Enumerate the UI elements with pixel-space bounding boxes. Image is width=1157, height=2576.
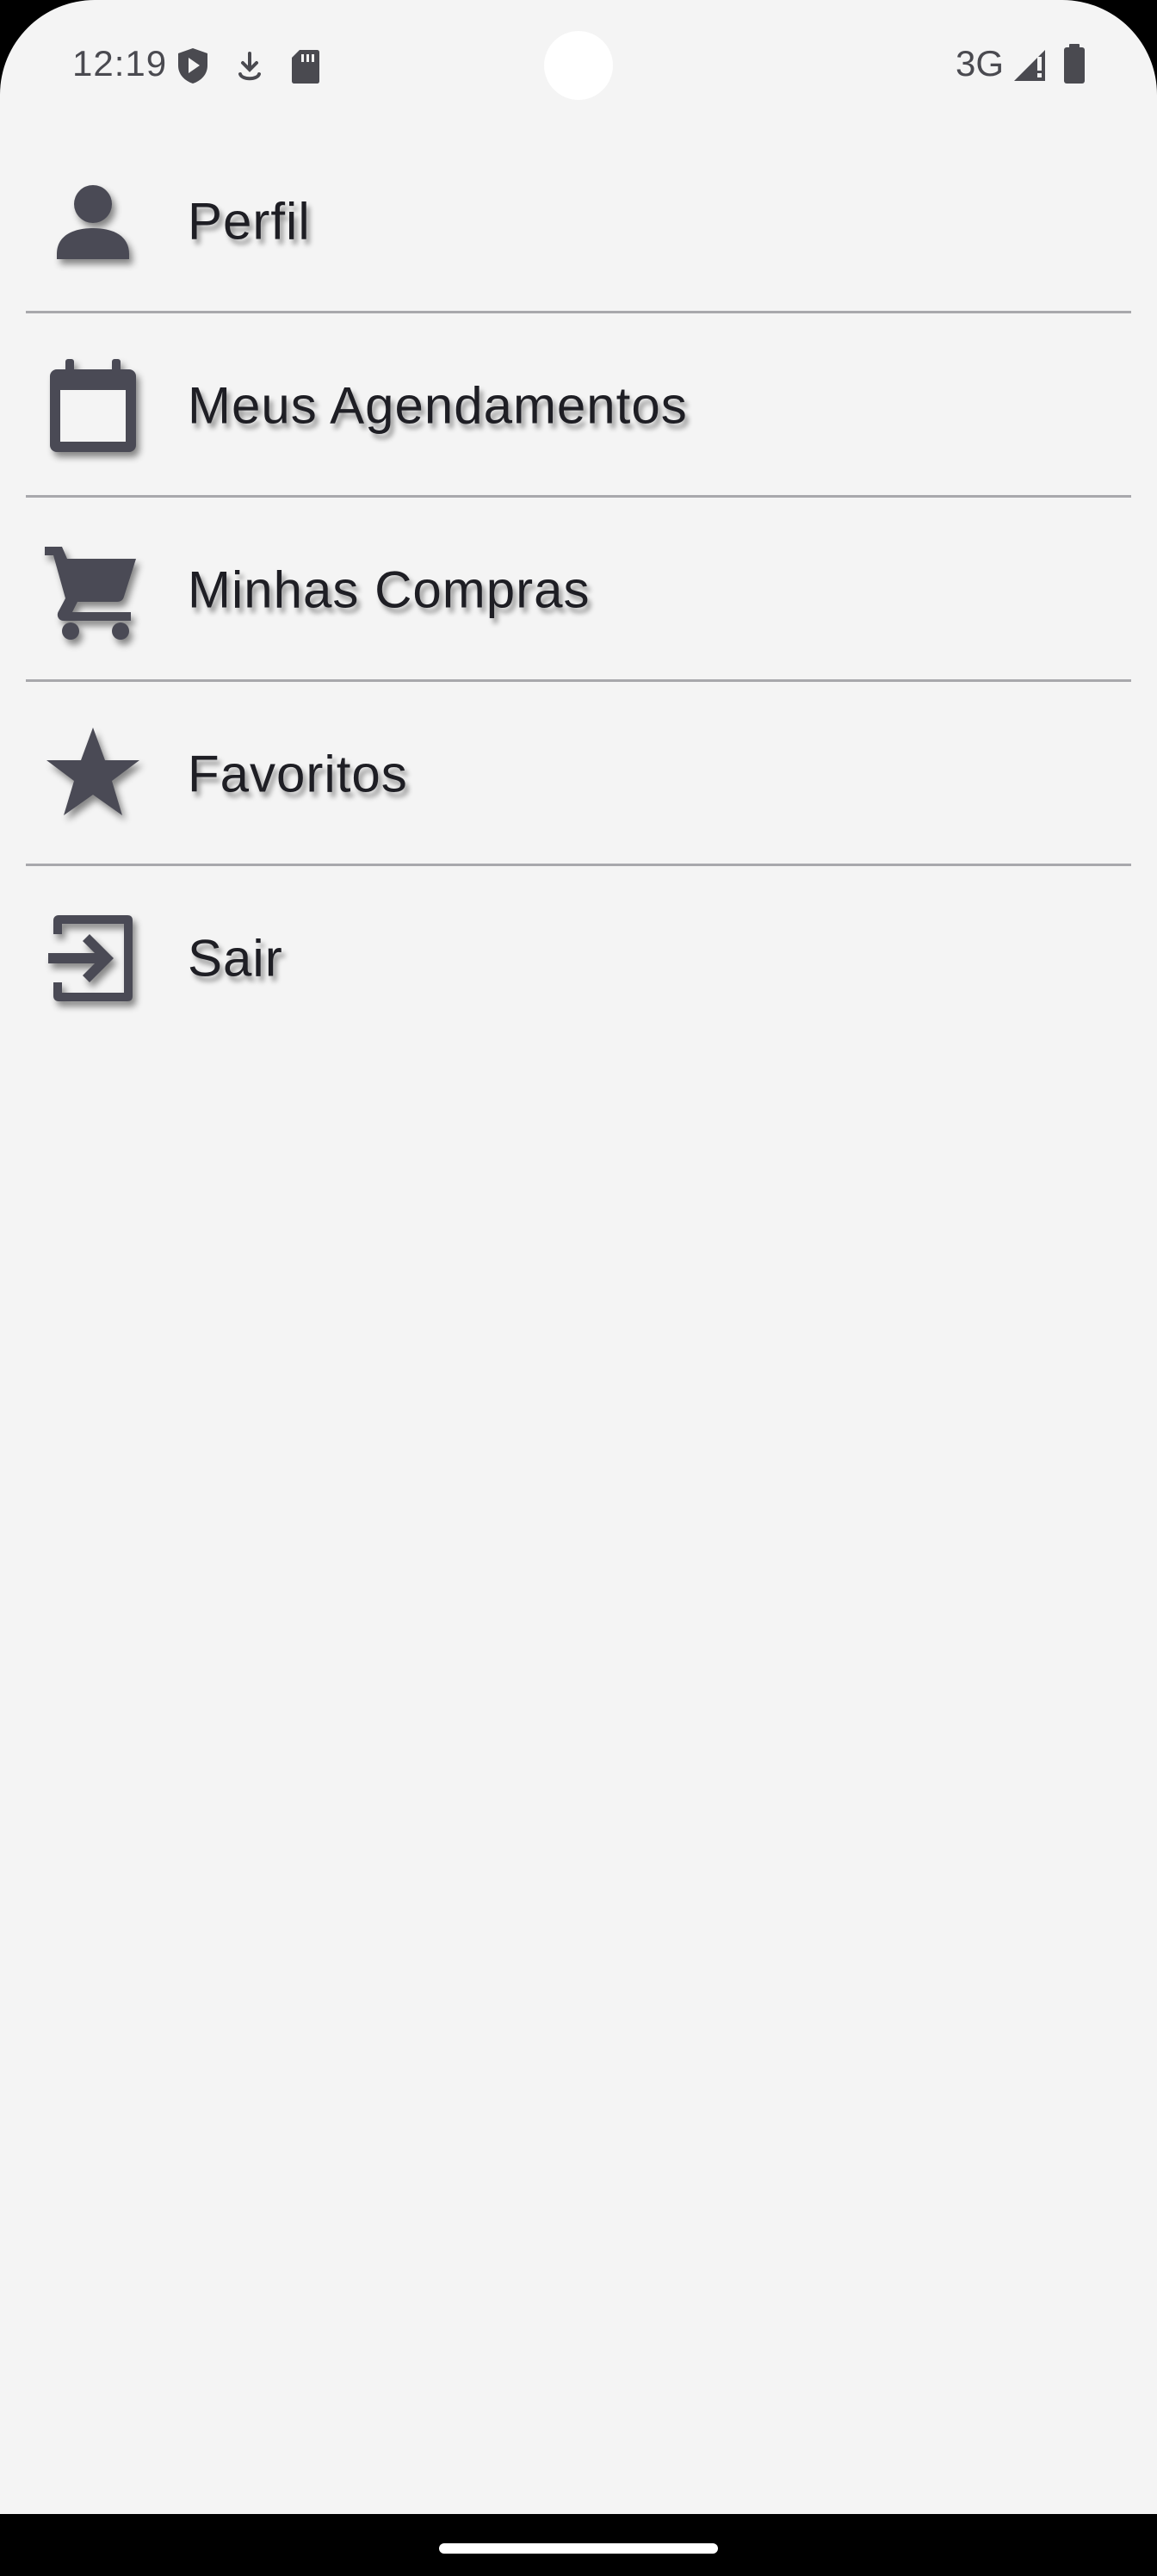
calendar-icon xyxy=(50,359,136,452)
network-type-label: 3G xyxy=(956,43,1005,84)
menu-item-label: Sair xyxy=(188,929,283,988)
navigation-bar xyxy=(0,2514,1157,2576)
status-time: 12:19 xyxy=(72,43,168,84)
signal-icon xyxy=(1014,50,1045,81)
battery-icon xyxy=(1064,44,1085,84)
status-bar: 12:19 3G xyxy=(0,0,1157,129)
sd-card-icon xyxy=(292,50,319,84)
menu-item-meus-agendamentos[interactable]: Meus Agendamentos xyxy=(0,313,1157,498)
menu-item-perfil[interactable]: Perfil xyxy=(0,129,1157,313)
menu-list: Perfil Meus Agendamentos Minhas Compras xyxy=(0,129,1157,1050)
star-icon xyxy=(46,728,139,815)
shield-play-icon xyxy=(178,48,207,84)
person-icon xyxy=(57,185,129,259)
menu-item-label: Favoritos xyxy=(188,745,408,803)
menu-item-minhas-compras[interactable]: Minhas Compras xyxy=(0,498,1157,682)
menu-item-label: Meus Agendamentos xyxy=(188,376,688,435)
menu-item-label: Minhas Compras xyxy=(188,560,591,619)
menu-item-favoritos[interactable]: Favoritos xyxy=(0,682,1157,866)
download-icon xyxy=(238,52,261,81)
menu-item-sair[interactable]: Sair xyxy=(0,866,1157,1050)
home-gesture-handle[interactable] xyxy=(439,2543,718,2554)
menu-item-label: Perfil xyxy=(188,192,311,251)
app-screen: 12:19 3G Perfil Meus Agendamentos Minhas… xyxy=(0,0,1157,2576)
exit-icon xyxy=(48,915,133,1001)
cart-icon xyxy=(45,547,136,640)
camera-cutout xyxy=(544,31,613,100)
